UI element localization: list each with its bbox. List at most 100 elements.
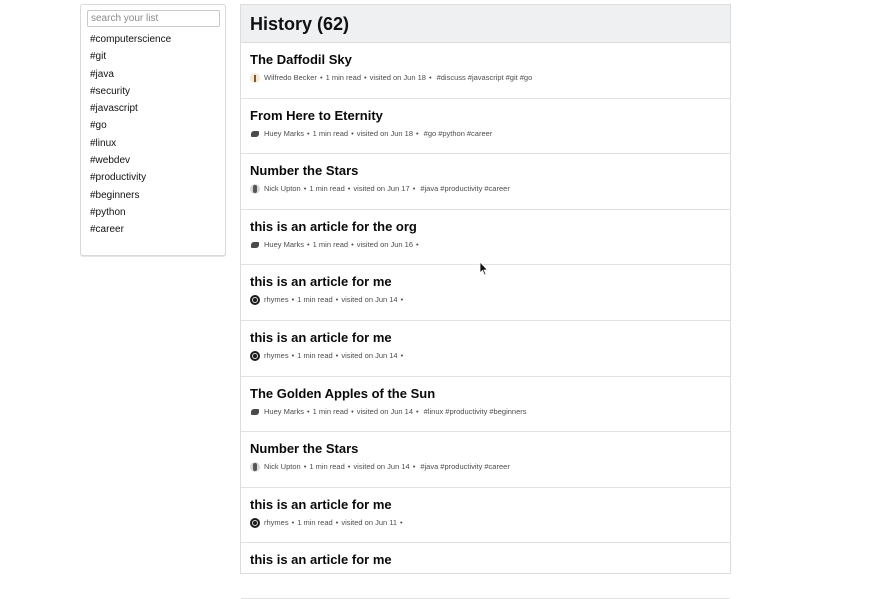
history-header: History (62)	[241, 5, 730, 43]
read-time: 1 min read	[309, 184, 345, 194]
dog-avatar-icon[interactable]	[250, 406, 260, 417]
article-tags: #java #productivity #career	[420, 184, 511, 194]
article-tag[interactable]: #beginners	[489, 407, 526, 416]
separator-dot: •	[335, 517, 339, 527]
author-name[interactable]: rhymes	[264, 295, 289, 305]
article-title-link[interactable]: The Daffodil Sky	[250, 52, 730, 68]
article-tags: #discuss #javascript #git #go	[437, 73, 535, 83]
separator-dot: •	[412, 184, 416, 194]
logo-avatar-icon[interactable]	[250, 350, 260, 361]
article-title-link[interactable]: this is an article for the org	[250, 219, 730, 235]
sidebar-tag-linux[interactable]: #linux	[90, 137, 171, 154]
sidebar-tag-python[interactable]: #python	[90, 206, 171, 223]
article-tag[interactable]: #java	[420, 462, 438, 471]
history-item[interactable]: The Golden Apples of the Sun Huey Marks • 1…	[241, 377, 730, 433]
article-meta: Nick Upton • 1 min read • visited on Jun 17 •…	[250, 184, 730, 195]
read-time: 1 min read	[312, 406, 349, 416]
separator-dot: •	[400, 295, 404, 305]
separator-dot: •	[351, 128, 354, 138]
sidebar-tag-git[interactable]: #git	[90, 50, 171, 67]
separator-dot: •	[303, 462, 307, 472]
article-meta: Nick Upton • 1 min read • visited on Jun 14 •…	[250, 462, 730, 473]
article-meta: rhymes • 1 min read • visited on Jun 14 •	[250, 350, 730, 361]
separator-dot: •	[303, 184, 307, 194]
visited-date: visited on Jun 14	[356, 406, 414, 416]
article-title-link[interactable]: this is an article for me	[250, 497, 730, 513]
visited-date: visited on Jun 16	[356, 239, 414, 249]
sidebar-tag-computerscience[interactable]: #computerscience	[90, 33, 171, 50]
article-title-link[interactable]: Number the Stars	[250, 163, 730, 179]
history-item[interactable]: this is an article for me	[241, 543, 730, 599]
author-name[interactable]: Nick Upton	[264, 184, 301, 194]
article-tag[interactable]: #go	[424, 129, 437, 138]
sidebar-tag-security[interactable]: #security	[90, 85, 171, 102]
author-name[interactable]: rhymes	[264, 351, 289, 361]
article-meta: Huey Marks • 1 min read • visited on Jun 14 •…	[250, 406, 730, 417]
article-tag[interactable]: #java	[420, 184, 438, 193]
separator-dot: •	[291, 517, 295, 527]
article-meta: rhymes • 1 min read • visited on Jun 14 •	[250, 295, 730, 306]
article-tag[interactable]: #career	[484, 184, 509, 193]
history-item[interactable]: Number the Stars Nick Upton • 1 min read • vi…	[241, 432, 730, 488]
article-tags: #linux #productivity #beginners	[424, 407, 529, 417]
article-tag[interactable]: #productivity	[440, 184, 482, 193]
article-tag[interactable]: #productivity	[445, 407, 487, 416]
dog-avatar-icon[interactable]	[250, 239, 260, 250]
sidebar-tag-webdev[interactable]: #webdev	[90, 154, 171, 171]
dog-avatar-icon[interactable]	[250, 128, 260, 139]
article-tag[interactable]: #career	[484, 462, 509, 471]
article-tag[interactable]: #productivity	[440, 462, 482, 471]
author-name[interactable]: Wilfredo Becker	[264, 73, 317, 83]
separator-dot: •	[291, 350, 295, 360]
history-item[interactable]: this is an article for me rhymes • 1 min re…	[241, 321, 730, 377]
separator-dot: •	[307, 239, 310, 249]
sidebar-tag-go[interactable]: #go	[90, 119, 171, 136]
article-tags: #java #productivity #career	[420, 462, 511, 472]
article-tag[interactable]: #linux	[424, 407, 444, 416]
person-avatar-icon[interactable]	[250, 462, 260, 473]
author-name[interactable]: Huey Marks	[264, 129, 304, 139]
history-item[interactable]: this is an article for me rhymes • 1 min re…	[241, 488, 730, 544]
article-tag[interactable]: #career	[467, 129, 492, 138]
separator-dot: •	[351, 406, 354, 416]
author-name[interactable]: Nick Upton	[264, 462, 301, 472]
sidebar-tag-beginners[interactable]: #beginners	[90, 189, 171, 206]
article-tag[interactable]: #javascript	[468, 73, 504, 82]
article-title-link[interactable]: this is an article for me	[250, 330, 730, 346]
logo-avatar-icon[interactable]	[250, 517, 260, 528]
sidebar-tag-java[interactable]: #java	[90, 68, 171, 85]
article-tag[interactable]: #git	[506, 73, 518, 82]
logo-avatar-icon[interactable]	[250, 295, 260, 306]
article-tag[interactable]: #go	[520, 73, 533, 82]
article-meta: Wilfredo Becker • 1 min read • visited on Ju…	[250, 73, 730, 83]
history-item[interactable]: The Daffodil Sky Wilfredo Becker • 1 min re…	[241, 43, 730, 99]
separator-dot: •	[400, 517, 403, 527]
article-tag[interactable]: #discuss	[437, 73, 466, 82]
separator-dot: •	[351, 239, 354, 249]
author-name[interactable]: Huey Marks	[264, 407, 304, 417]
read-time: 1 min read	[297, 350, 333, 360]
article-title-link[interactable]: From Here to Eternity	[250, 108, 730, 124]
sidebar-tag-productivity[interactable]: #productivity	[90, 171, 171, 188]
author-name[interactable]: rhymes	[264, 518, 289, 528]
visited-date: visited on Jun 18	[369, 73, 426, 82]
history-item[interactable]: Number the Stars Nick Upton • 1 min read • vi…	[241, 154, 730, 210]
article-tag[interactable]: #python	[438, 129, 465, 138]
sidebar-tag-career[interactable]: #career	[90, 223, 171, 240]
history-list: The Daffodil Sky Wilfredo Becker • 1 min re…	[241, 43, 730, 599]
article-title-link[interactable]: Number the Stars	[250, 441, 730, 457]
history-item[interactable]: this is an article for the org Huey Marks…	[241, 210, 730, 266]
search-input[interactable]	[87, 10, 220, 27]
tag-list: #computerscience #git #java #security #javas…	[90, 33, 171, 241]
separator-dot: •	[416, 128, 419, 138]
plant-avatar-icon[interactable]	[250, 73, 260, 83]
separator-dot: •	[307, 406, 310, 416]
article-title-link[interactable]: The Golden Apples of the Sun	[250, 386, 730, 402]
author-name[interactable]: Huey Marks	[264, 240, 304, 250]
article-meta: Huey Marks • 1 min read • visited on Jun 16 •	[250, 239, 730, 250]
sidebar-tag-javascript[interactable]: #javascript	[90, 102, 171, 119]
read-time: 1 min read	[297, 295, 333, 305]
history-item[interactable]: From Here to Eternity Huey Marks • 1 min re…	[241, 99, 730, 155]
person-avatar-icon[interactable]	[250, 184, 260, 195]
article-title-link[interactable]: this is an article for me	[250, 274, 730, 290]
